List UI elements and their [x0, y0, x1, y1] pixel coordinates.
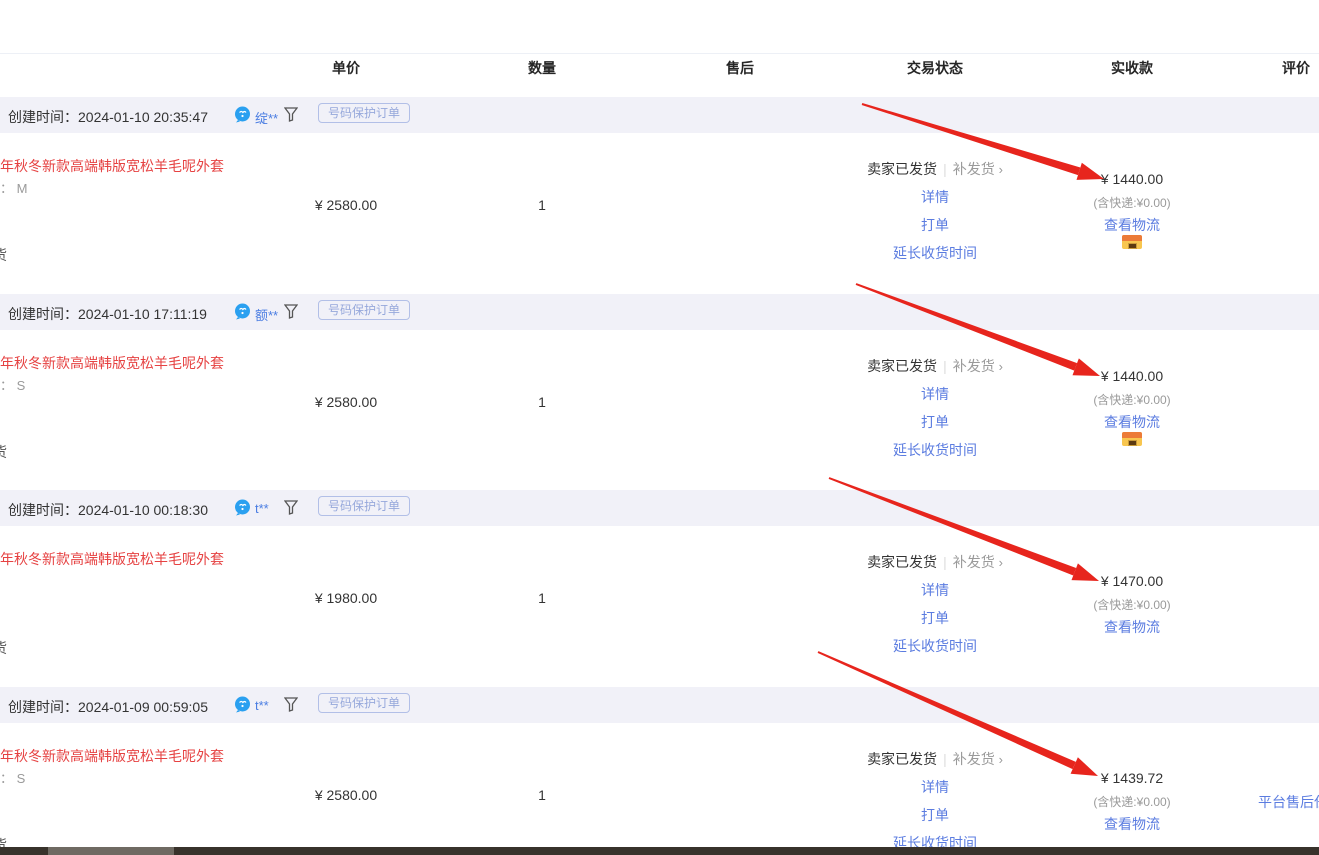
order-row: 创建时间：2024-01-10 20:35:47 绽** 号码保护订单 年秋冬新…	[0, 97, 1319, 294]
quantity: 1	[442, 787, 642, 803]
reship-link[interactable]: 补发货	[953, 554, 995, 570]
filter-icon[interactable]	[284, 697, 298, 712]
number-protect-badge: 号码保护订单	[318, 300, 410, 320]
order-created-time: 创建时间：2024-01-09 00:59:05	[8, 697, 208, 717]
shipping-included-note: (含快递:¥0.00)	[1032, 596, 1232, 613]
received-amount: ¥ 1440.00	[1032, 171, 1232, 187]
quantity: 1	[442, 394, 642, 410]
order-created-time: 创建时间：2024-01-10 20:35:47	[8, 107, 208, 127]
order-created-time: 创建时间：2024-01-10 17:11:19	[8, 304, 207, 324]
reship-link[interactable]: 补发货	[953, 161, 995, 177]
quantity: 1	[442, 197, 642, 213]
platform-aftersale-link[interactable]: 平台售后任	[1258, 792, 1319, 812]
extend-receipt-link[interactable]: 延长收货时间	[825, 243, 1045, 263]
view-logistics-link[interactable]: 查看物流	[1032, 617, 1232, 637]
wangwang-icon[interactable]	[234, 696, 251, 713]
shipping-included-note: (含快递:¥0.00)	[1032, 194, 1232, 211]
unit-price: ¥ 2580.00	[246, 787, 446, 803]
clipped-left-text: 货	[0, 638, 7, 658]
filter-icon[interactable]	[284, 107, 298, 122]
chevron-right-icon: ›	[999, 555, 1003, 570]
column-header-trade-status: 交易状态	[875, 58, 995, 78]
print-order-link[interactable]: 打单	[825, 412, 1045, 432]
column-header-aftersale: 售后	[680, 58, 800, 78]
received-amount: ¥ 1470.00	[1032, 573, 1232, 589]
buyer-nickname[interactable]: t**	[255, 698, 269, 713]
product-title[interactable]: 年秋冬新款高端韩版宽松羊毛呢外套	[0, 353, 224, 373]
number-protect-badge: 号码保护订单	[318, 693, 410, 713]
buyer-nickname[interactable]: 绽**	[255, 108, 278, 127]
product-title[interactable]: 年秋冬新款高端韩版宽松羊毛呢外套	[0, 746, 224, 766]
scrollbar-thumb[interactable]	[48, 847, 174, 855]
product-size: ： S	[0, 768, 25, 787]
reship-link[interactable]: 补发货	[953, 358, 995, 374]
view-logistics-link[interactable]: 查看物流	[1032, 814, 1232, 834]
product-title[interactable]: 年秋冬新款高端韩版宽松羊毛呢外套	[0, 156, 224, 176]
trade-status: 卖家已发货|补发货 ›	[825, 159, 1045, 179]
order-header-band: 创建时间：2024-01-10 00:18:30 t** 号码保护订单	[0, 490, 1319, 526]
received-amount: ¥ 1440.00	[1032, 368, 1232, 384]
column-header-unit-price: 单价	[286, 58, 406, 78]
quantity: 1	[442, 590, 642, 606]
filter-icon[interactable]	[284, 500, 298, 515]
product-size: ： M	[0, 178, 27, 197]
order-created-time: 创建时间：2024-01-10 00:18:30	[8, 500, 208, 520]
number-protect-badge: 号码保护订单	[318, 496, 410, 516]
view-logistics-link[interactable]: 查看物流	[1032, 412, 1232, 432]
received-amount: ¥ 1439.72	[1032, 770, 1232, 786]
column-header-rating: 评价	[1236, 58, 1319, 78]
order-header-band: 创建时间：2024-01-10 17:11:19 额** 号码保护订单	[0, 294, 1319, 330]
detail-link[interactable]: 详情	[825, 580, 1045, 600]
column-header-received-amount: 实收款	[1072, 58, 1192, 78]
trade-status: 卖家已发货|补发货 ›	[825, 749, 1045, 769]
number-protect-badge: 号码保护订单	[318, 103, 410, 123]
order-header-band: 创建时间：2024-01-09 00:59:05 t** 号码保护订单	[0, 687, 1319, 723]
print-order-link[interactable]: 打单	[825, 805, 1045, 825]
extend-receipt-link[interactable]: 延长收货时间	[825, 636, 1045, 656]
buyer-nickname[interactable]: 额**	[255, 305, 278, 324]
order-row: 创建时间：2024-01-10 00:18:30 t** 号码保护订单 年秋冬新…	[0, 490, 1319, 687]
clipped-left-text: 货	[0, 245, 7, 265]
detail-link[interactable]: 详情	[825, 777, 1045, 797]
trade-status: 卖家已发货|补发货 ›	[825, 356, 1045, 376]
wangwang-icon[interactable]	[234, 106, 251, 123]
chevron-right-icon: ›	[999, 359, 1003, 374]
order-list-page: 单价 数量 售后 交易状态 实收款 评价 创建时间：2024-01-10 20:…	[0, 0, 1319, 855]
view-logistics-link[interactable]: 查看物流	[1032, 215, 1232, 235]
wangwang-icon[interactable]	[234, 499, 251, 516]
wangwang-icon[interactable]	[234, 303, 251, 320]
shipping-included-note: (含快递:¥0.00)	[1032, 793, 1232, 810]
column-header-quantity: 数量	[482, 58, 602, 78]
payment-card-icon[interactable]	[1122, 432, 1142, 446]
reship-link[interactable]: 补发货	[953, 751, 995, 767]
shipping-included-note: (含快递:¥0.00)	[1032, 391, 1232, 408]
unit-price: ¥ 1980.00	[246, 590, 446, 606]
order-header-band: 创建时间：2024-01-10 20:35:47 绽** 号码保护订单	[0, 97, 1319, 133]
order-row: 创建时间：2024-01-09 00:59:05 t** 号码保护订单 年秋冬新…	[0, 687, 1319, 855]
clipped-left-text: 货	[0, 442, 7, 462]
trade-status: 卖家已发货|补发货 ›	[825, 552, 1045, 572]
print-order-link[interactable]: 打单	[825, 215, 1045, 235]
print-order-link[interactable]: 打单	[825, 608, 1045, 628]
order-row: 创建时间：2024-01-10 17:11:19 额** 号码保护订单 年秋冬新…	[0, 294, 1319, 491]
detail-link[interactable]: 详情	[825, 187, 1045, 207]
product-size: ： S	[0, 375, 25, 394]
unit-price: ¥ 2580.00	[246, 394, 446, 410]
filter-icon[interactable]	[284, 304, 298, 319]
extend-receipt-link[interactable]: 延长收货时间	[825, 440, 1045, 460]
buyer-nickname[interactable]: t**	[255, 501, 269, 516]
product-title[interactable]: 年秋冬新款高端韩版宽松羊毛呢外套	[0, 549, 224, 569]
payment-card-icon[interactable]	[1122, 235, 1142, 249]
chevron-right-icon: ›	[999, 752, 1003, 767]
header-divider	[0, 53, 1319, 54]
detail-link[interactable]: 详情	[825, 384, 1045, 404]
horizontal-scrollbar[interactable]	[0, 847, 1319, 855]
unit-price: ¥ 2580.00	[246, 197, 446, 213]
chevron-right-icon: ›	[999, 162, 1003, 177]
